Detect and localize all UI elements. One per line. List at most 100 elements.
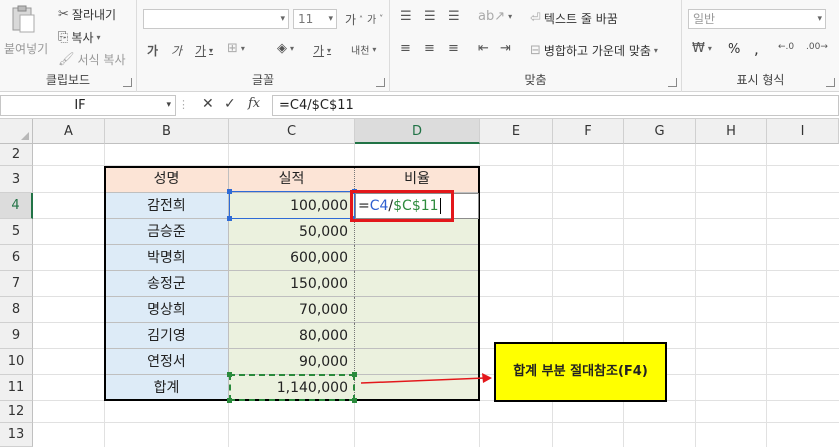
column-header-i[interactable]: I <box>767 119 839 144</box>
align-top-button[interactable]: ☰ <box>400 10 412 23</box>
comma-button[interactable]: , <box>754 40 759 58</box>
copy-button[interactable]: ⎘ 복사 ▾ <box>58 29 101 46</box>
format-painter-button[interactable]: 🖌 서식 복사 <box>58 51 126 68</box>
cell-c10[interactable]: 90,000 <box>229 349 355 375</box>
align-center-button[interactable]: ≡ <box>424 42 435 55</box>
row-header-13[interactable]: 13 <box>0 423 33 447</box>
cell-c11[interactable]: 1,140,000 <box>229 375 355 401</box>
clipboard-launcher-icon[interactable] <box>123 78 132 87</box>
column-header-c[interactable]: C <box>229 119 355 144</box>
currency-icon: ₩ <box>692 41 705 56</box>
percent-button[interactable]: % <box>728 42 740 57</box>
align-bottom-button[interactable]: ☰ <box>448 10 460 23</box>
increase-decimal-button[interactable]: ←.0 <box>778 42 794 52</box>
cell-d6[interactable] <box>355 245 480 271</box>
grip-icon: ⋮ <box>178 98 189 111</box>
row-header-10[interactable]: 10 <box>0 349 33 375</box>
font-name-combo[interactable]: ▾ <box>143 9 289 29</box>
row-header-2[interactable]: 2 <box>0 144 33 166</box>
increase-indent-button[interactable]: ⇥ <box>500 42 511 55</box>
cell-d7[interactable] <box>355 271 480 297</box>
row-header-6[interactable]: 6 <box>0 245 33 271</box>
align-left-button[interactable]: ≡ <box>400 42 411 55</box>
formula-input[interactable]: =C4/$C$11 <box>272 95 839 116</box>
phonetic-button[interactable]: 내천 ▾ <box>351 42 376 57</box>
cell-d8[interactable] <box>355 297 480 323</box>
number-format-combo[interactable]: 일반 ▾ <box>688 9 826 29</box>
border-button[interactable]: ⊞ ▾ <box>227 42 245 55</box>
cancel-formula-button[interactable]: ✕ <box>202 96 214 112</box>
align-middle-button[interactable]: ☰ <box>424 10 436 23</box>
resize-handle[interactable] <box>352 398 357 403</box>
insert-function-button[interactable]: fx <box>248 96 260 111</box>
fill-color-button[interactable]: ◈ ▾ <box>277 42 294 55</box>
currency-button[interactable]: ₩ ▾ <box>692 42 712 55</box>
wrap-text-button[interactable]: ⏎ 텍스트 줄 바꿈 <box>530 10 618 27</box>
row-header-4[interactable]: 4 <box>0 193 33 219</box>
cell-b9[interactable]: 김기영 <box>105 323 229 349</box>
merge-center-button[interactable]: ⊟ 병합하고 가운데 맞춤 ▾ <box>530 42 658 59</box>
paste-button[interactable]: 붙여넣기 <box>4 4 48 56</box>
cell-b5[interactable]: 금승준 <box>105 219 229 245</box>
phonetic-label: 내천 <box>351 46 370 57</box>
cell-c6[interactable]: 600,000 <box>229 245 355 271</box>
column-header-g[interactable]: G <box>624 119 696 144</box>
bold-button[interactable]: 가 <box>147 42 158 59</box>
cell-d3[interactable]: 비율 <box>355 166 480 193</box>
cell-c7[interactable]: 150,000 <box>229 271 355 297</box>
column-header-e[interactable]: E <box>480 119 553 144</box>
column-header-a[interactable]: A <box>33 119 105 144</box>
cell-c8[interactable]: 70,000 <box>229 297 355 323</box>
resize-handle[interactable] <box>227 398 232 403</box>
name-box[interactable]: IF ▾ <box>0 95 176 116</box>
cell-b11[interactable]: 합계 <box>105 375 229 401</box>
cell-d5[interactable] <box>355 219 480 245</box>
cell-d9[interactable] <box>355 323 480 349</box>
row-header-8[interactable]: 8 <box>0 297 33 323</box>
cell-c4[interactable]: 100,000 <box>229 193 355 219</box>
wrap-text-label: 텍스트 줄 바꿈 <box>543 12 618 26</box>
cell-c5[interactable]: 50,000 <box>229 219 355 245</box>
chevron-down-icon[interactable]: ▾ <box>166 96 171 115</box>
column-header-f[interactable]: F <box>553 119 624 144</box>
font-launcher-icon[interactable] <box>376 78 385 87</box>
column-header-d[interactable]: D <box>355 119 480 144</box>
chevron-down-icon: ▾ <box>290 44 295 53</box>
column-header-h[interactable]: H <box>696 119 767 144</box>
grow-font-button[interactable]: 가 ˄ <box>345 11 363 28</box>
cell-b10[interactable]: 연정서 <box>105 349 229 375</box>
resize-handle[interactable] <box>227 189 232 194</box>
cell-b6[interactable]: 박명희 <box>105 245 229 271</box>
select-all-button[interactable] <box>0 119 33 144</box>
resize-handle[interactable] <box>227 372 232 377</box>
cut-button[interactable]: ✂ 잘라내기 <box>58 6 116 23</box>
resize-handle[interactable] <box>227 216 232 221</box>
column-header-b[interactable]: B <box>105 119 229 144</box>
cell-b4[interactable]: 감전희 <box>105 193 229 219</box>
cell-b3[interactable]: 성명 <box>105 166 229 193</box>
row-header-11[interactable]: 11 <box>0 375 33 401</box>
cell-b7[interactable]: 송정군 <box>105 271 229 297</box>
cell-c3[interactable]: 실적 <box>229 166 355 193</box>
shrink-font-button[interactable]: 가 ˅ <box>367 11 383 26</box>
italic-button[interactable]: 가 <box>171 42 182 59</box>
alignment-launcher-icon[interactable] <box>668 78 677 87</box>
decrease-indent-button[interactable]: ⇤ <box>478 42 489 55</box>
font-color-button[interactable]: 가 ▾ <box>313 42 331 59</box>
cell-d4-editor[interactable]: =C4/$C$11 <box>355 193 479 219</box>
decrease-decimal-button[interactable]: .00→ <box>806 42 828 52</box>
row-header-5[interactable]: 5 <box>0 219 33 245</box>
enter-formula-button[interactable]: ✓ <box>224 96 236 112</box>
row-header-9[interactable]: 9 <box>0 323 33 349</box>
cell-c9[interactable]: 80,000 <box>229 323 355 349</box>
underline-button[interactable]: 가 ▾ <box>195 42 213 59</box>
font-size-combo[interactable]: 11 ▾ <box>293 9 337 29</box>
number-launcher-icon[interactable] <box>826 78 835 87</box>
align-right-button[interactable]: ≡ <box>448 42 459 55</box>
orientation-button[interactable]: ab↗ ▾ <box>478 10 512 23</box>
cell-b8[interactable]: 명상희 <box>105 297 229 323</box>
row-header-3[interactable]: 3 <box>0 166 33 193</box>
row-header-12[interactable]: 12 <box>0 401 33 423</box>
caret-up-icon: ˄ <box>359 15 364 24</box>
row-header-7[interactable]: 7 <box>0 271 33 297</box>
